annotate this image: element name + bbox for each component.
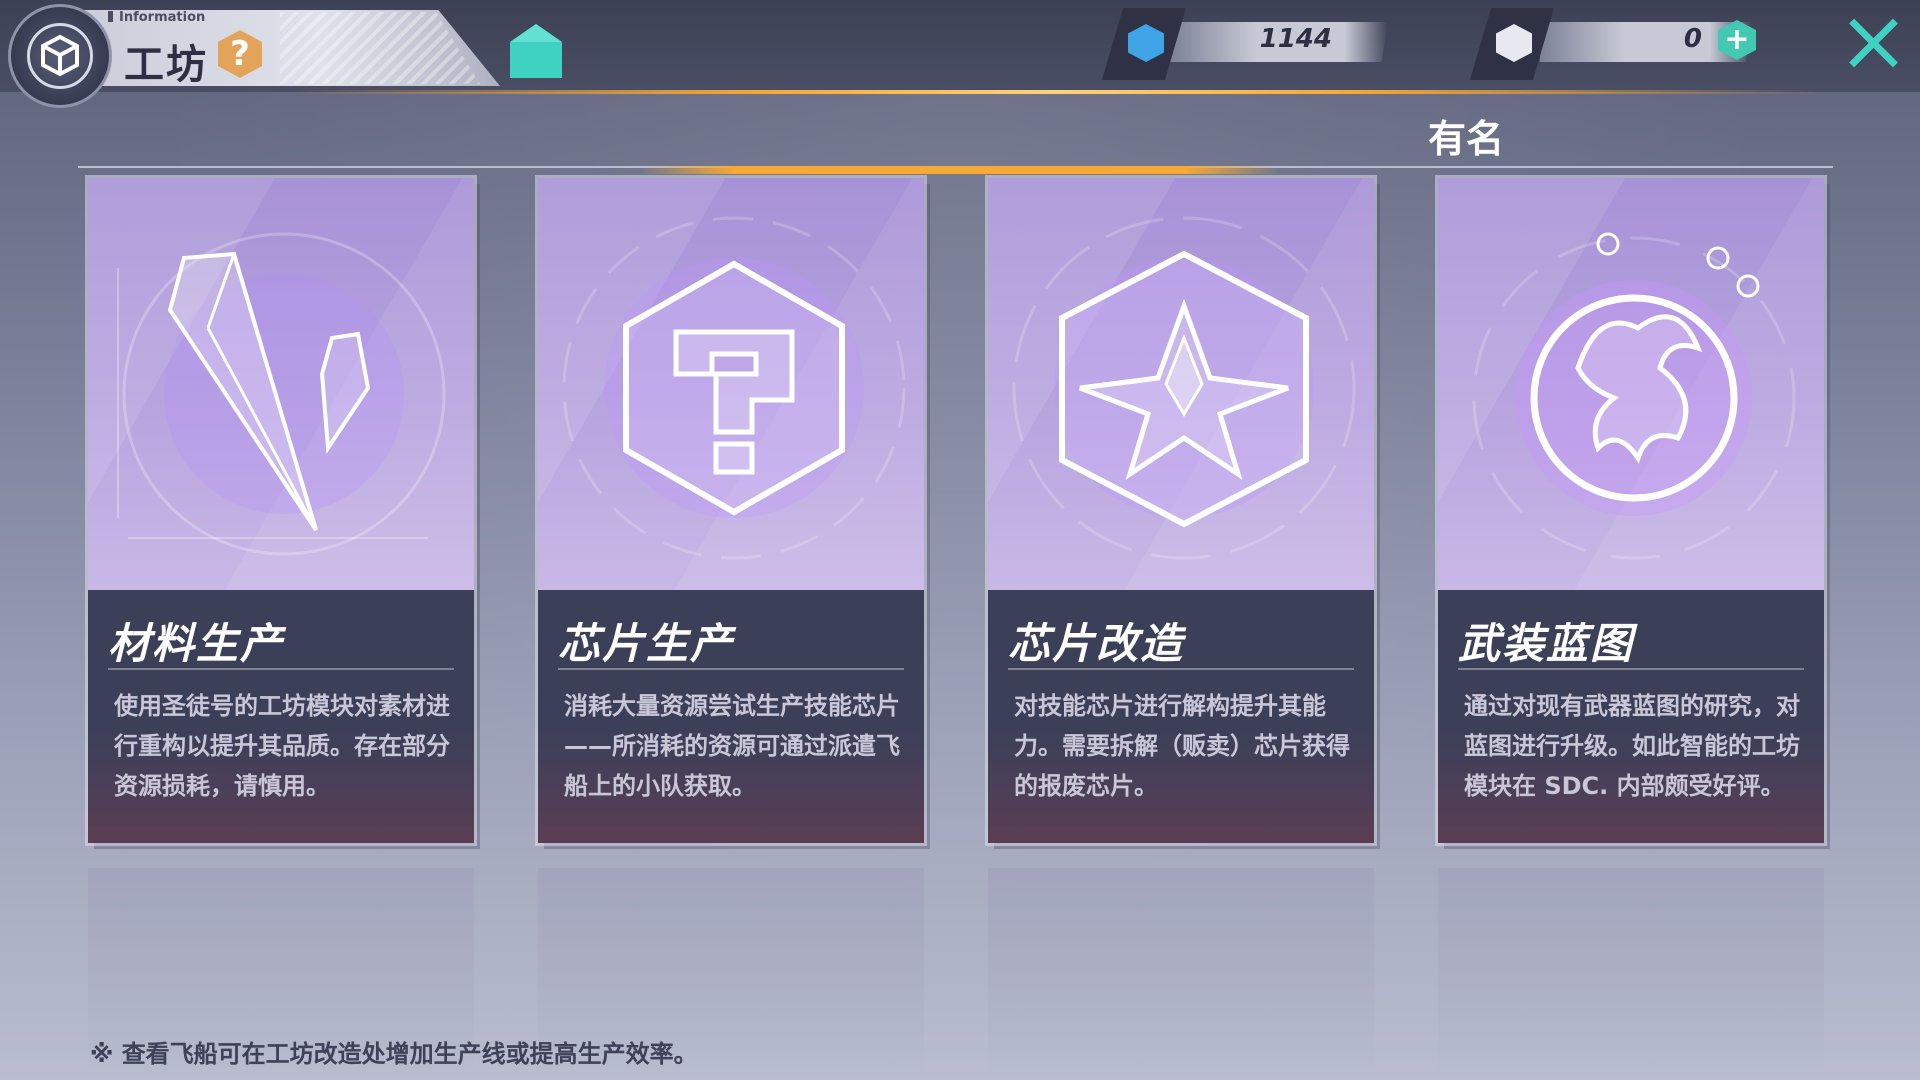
card-weapon-blueprint[interactable]: 武装蓝图 通过对现有武器蓝图的研究，对蓝图进行升级。如此智能的工坊模块在 SDC… — [1438, 178, 1824, 843]
info-tag: Information — [108, 10, 205, 25]
footnote: ※ 查看飞船可在工坊改造处增加生产线或提高生产效率。 — [90, 1040, 698, 1068]
card-divider — [558, 668, 904, 670]
card-description: 消耗大量资源尝试生产技能芯片——所消耗的资源可通过派遣飞船上的小队获取。 — [564, 692, 900, 800]
star-emblem-icon — [1012, 216, 1356, 560]
card-info: 芯片生产 消耗大量资源尝试生产技能芯片——所消耗的资源可通过派遣飞船上的小队获取… — [538, 590, 924, 843]
page-title: 工坊 — [124, 42, 208, 88]
card-title: 武装蓝图 — [1458, 619, 1635, 668]
home-icon[interactable] — [508, 22, 564, 80]
card-title: 材料生产 — [108, 619, 285, 668]
currency-value-gems: 1144 — [1259, 24, 1332, 54]
card-art — [538, 178, 924, 590]
close-icon[interactable] — [1846, 16, 1900, 70]
card-info: 芯片改造 对技能芯片进行解构提升其能力。需要拆解（贩卖）芯片获得的报废芯片。 — [988, 590, 1374, 843]
card-chip-modification[interactable]: 芯片改造 对技能芯片进行解构提升其能力。需要拆解（贩卖）芯片获得的报废芯片。 — [988, 178, 1374, 843]
card-divider — [1458, 668, 1804, 670]
card-divider — [108, 668, 454, 670]
card-reflection — [988, 868, 1374, 1080]
cube-glyph — [41, 34, 79, 77]
card-info: 材料生产 使用圣徒号的工坊模块对素材进行重构以提升其品质。存在部分资源损耗，请慎… — [88, 590, 474, 843]
card-art — [1438, 178, 1824, 590]
card-art — [988, 178, 1374, 590]
currency-value-tokens: 0 — [1683, 24, 1702, 54]
dragon-emblem-icon — [1472, 232, 1796, 560]
card-material-production[interactable]: 材料生产 使用圣徒号的工坊模块对素材进行重构以提升其品质。存在部分资源损耗，请慎… — [88, 178, 474, 843]
card-title: 芯片生产 — [558, 619, 735, 668]
top-bar-divider — [290, 90, 1820, 94]
card-description: 对技能芯片进行解构提升其能力。需要拆解（贩卖）芯片获得的报废芯片。 — [1014, 692, 1350, 800]
chip-token-icon — [1496, 24, 1532, 62]
card-title: 芯片改造 — [1008, 619, 1185, 668]
username: 有名 — [1428, 117, 1505, 161]
question-chip-icon — [562, 216, 906, 560]
card-chip-production[interactable]: 芯片生产 消耗大量资源尝试生产技能芯片——所消耗的资源可通过派遣飞船上的小队获取… — [538, 178, 924, 843]
card-divider — [1008, 668, 1354, 670]
card-description: 通过对现有武器蓝图的研究，对蓝图进行升级。如此智能的工坊模块在 SDC. 内部颇… — [1464, 692, 1800, 800]
blue-gem-icon — [1128, 24, 1164, 62]
card-art — [88, 178, 474, 590]
card-reflection — [1438, 868, 1824, 1080]
crystal-icon — [117, 232, 446, 556]
card-info: 武装蓝图 通过对现有武器蓝图的研究，对蓝图进行升级。如此智能的工坊模块在 SDC… — [1438, 590, 1824, 843]
workshop-cube-icon[interactable] — [8, 4, 112, 108]
card-description: 使用圣徒号的工坊模块对素材进行重构以提升其品质。存在部分资源损耗，请慎用。 — [114, 692, 450, 800]
card-frame-gold-accent — [640, 166, 1280, 174]
